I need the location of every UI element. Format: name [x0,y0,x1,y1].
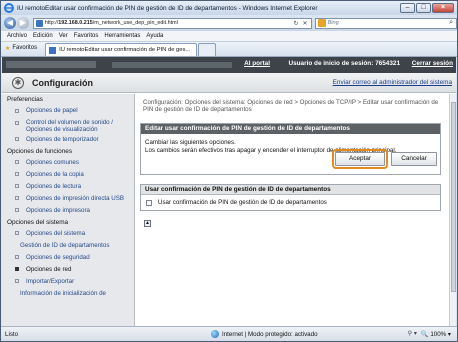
menu-ayuda[interactable]: Ayuda [146,33,163,39]
portal-link[interactable]: Al portal [244,60,270,67]
bullet-icon [15,279,19,284]
status-text: Listo [5,330,19,338]
bing-icon [317,19,326,27]
address-row: ◀ ▶ http://192.168.0.215/m_network_use_d… [1,15,457,31]
page-title: Configuración [32,78,93,88]
sidebar-item-lectura[interactable]: Opciones de lectura [2,181,134,193]
bullet-icon [15,172,19,177]
menu-bar: Archivo Edición Ver Favoritos Herramient… [1,31,457,42]
mail-admin-link[interactable]: Enviar correo al administrador del siste… [333,79,452,86]
security-zone: Internet | Modo protegido: activado [211,330,318,338]
bullet-icon [15,196,19,201]
favorites-label: Favoritos [12,45,38,51]
bullet-icon [15,137,19,142]
sidebar-item-impresora[interactable]: Opciones de impresora [2,205,134,217]
brand-logo [6,61,96,68]
zoom-level[interactable]: 🔍 100% ▾ [421,330,451,338]
bullet-icon [15,120,19,125]
menu-archivo[interactable]: Archivo [7,33,27,39]
search-placeholder: Bing [327,20,339,26]
sidebar-item-impresion-usb[interactable]: Opciones de impresión directa USB [2,193,134,205]
sidebar-item-sistema[interactable]: Opciones del sistema [2,228,134,240]
sidebar-item-comunes[interactable]: Opciones comunes [2,157,134,169]
back-button[interactable]: ◀ [4,17,16,29]
device-name [112,62,232,68]
sidebar-item-red[interactable]: Opciones de red [2,264,134,276]
page-icon [35,19,43,27]
favorites-button[interactable]: ★ Favoritos [5,42,37,54]
bullet-icon [15,267,19,272]
sidebar-item-temporizador[interactable]: Opciones de temporizador [2,134,134,146]
title-bar: IU remotoEditar usar confirmación de PIN… [1,1,457,15]
pin-confirmation-checkbox[interactable]: Usar confirmación de PIN de gestión de I… [146,199,327,206]
minimize-button[interactable]: – [400,3,415,13]
stop-icon[interactable]: ✕ [303,20,308,27]
browser-window: IU remotoEditar usar confirmación de PIN… [0,0,458,342]
sidebar-section-preferencias: Preferencias [7,96,43,103]
sidebar-section-funciones: Opciones de funciones [7,147,73,155]
vertical-scrollbar[interactable] [449,94,456,326]
maximize-button[interactable]: □ [416,3,431,13]
message-line-1: Cambiar las siguientes opciones. [145,139,236,146]
status-bar: Listo Internet | Modo protegido: activad… [1,326,457,341]
tab-row: ★ Favoritos IU remotoEditar usar confirm… [1,42,457,57]
bullet-icon [15,108,19,113]
sidebar-item-id-departamentos[interactable]: Gestión de ID de departamentos [2,240,134,252]
checkbox-label: Usar confirmación de PIN de gestión de I… [158,199,327,206]
top-band: Al portal Usuario de inicio de sesión: 7… [2,57,456,73]
new-tab-button[interactable] [198,43,217,56]
checkbox-box[interactable] [146,199,152,206]
bullet-icon [15,208,19,213]
option-panel: Usar confirmación de PIN de gestión de I… [140,184,441,211]
back-to-top-icon[interactable]: ▲ [144,220,151,227]
sidebar-item-seguridad[interactable]: Opciones de seguridad [2,252,134,264]
refresh-icon[interactable]: ↻ [294,20,299,27]
star-icon: ★ [5,45,11,52]
breadcrumb: Configuración: Opciones del sistema: Opc… [143,99,439,114]
bullet-icon [15,184,19,189]
forward-button[interactable]: ▶ [16,17,29,29]
ie-logo-icon [4,3,14,13]
bullet-icon [15,255,19,260]
edit-panel: Editar usar confirmación de PIN de gesti… [140,123,441,175]
window-title: IU remotoEditar usar confirmación de PIN… [17,4,318,12]
scrollbar-thumb[interactable] [451,102,456,292]
sidebar-section-sistema: Opciones del sistema [7,218,69,226]
menu-herramientas[interactable]: Herramientas [104,33,140,39]
edit-panel-title: Editar usar confirmación de PIN de gesti… [141,124,440,134]
sidebar-item-copia[interactable]: Opciones de la copia [2,169,134,181]
globe-icon [211,330,219,338]
protected-mode-icon[interactable]: ⚲ ▾ [408,330,417,337]
login-user: Usuario de inicio de sesión: 7654321 [288,60,400,67]
address-url: http://192.168.0.215/m_network_use_dep_p… [44,20,178,26]
tab-active[interactable]: IU remotoEditar usar confirmación de PIN… [45,43,198,56]
close-button[interactable]: × [432,3,454,13]
logout-link[interactable]: Cerrar sesión [412,60,453,67]
option-panel-title: Usar confirmación de PIN de gestión de I… [141,185,440,195]
gear-icon: ✱ [12,77,24,89]
bullet-icon [15,160,19,165]
sidebar-item-inicializacion[interactable]: Información de inicialización de [2,288,134,300]
sidebar: Preferencias Opciones de papel Control d… [2,94,135,326]
search-box[interactable]: Bing ⌕ [314,17,457,29]
config-header: ✱ Configuración Enviar correo al adminis… [2,73,456,93]
search-icon[interactable]: ⌕ [449,19,456,27]
cancel-button[interactable]: Cancelar [391,152,437,166]
address-bar[interactable]: http://192.168.0.215/m_network_use_dep_p… [32,17,312,29]
menu-edicion[interactable]: Edición [33,33,53,39]
web-page: Al portal Usuario de inicio de sesión: 7… [2,57,456,326]
sidebar-item-volumen[interactable]: Control del volumen de sonido / Opciones… [2,117,134,134]
sidebar-item-importar[interactable]: Importar/Exportar [2,276,134,288]
page-icon [49,46,57,54]
menu-favoritos[interactable]: Favoritos [74,33,99,39]
zone-label: Internet | Modo protegido: activado [222,330,318,338]
menu-ver[interactable]: Ver [59,33,68,39]
bullet-icon [15,231,19,236]
tab-label: IU remotoEditar usar confirmación de PIN… [59,47,191,53]
sidebar-item-papel[interactable]: Opciones de papel [2,105,134,117]
main-content: Configuración: Opciones del sistema: Opc… [140,94,452,326]
accept-button[interactable]: Aceptar [332,149,388,169]
